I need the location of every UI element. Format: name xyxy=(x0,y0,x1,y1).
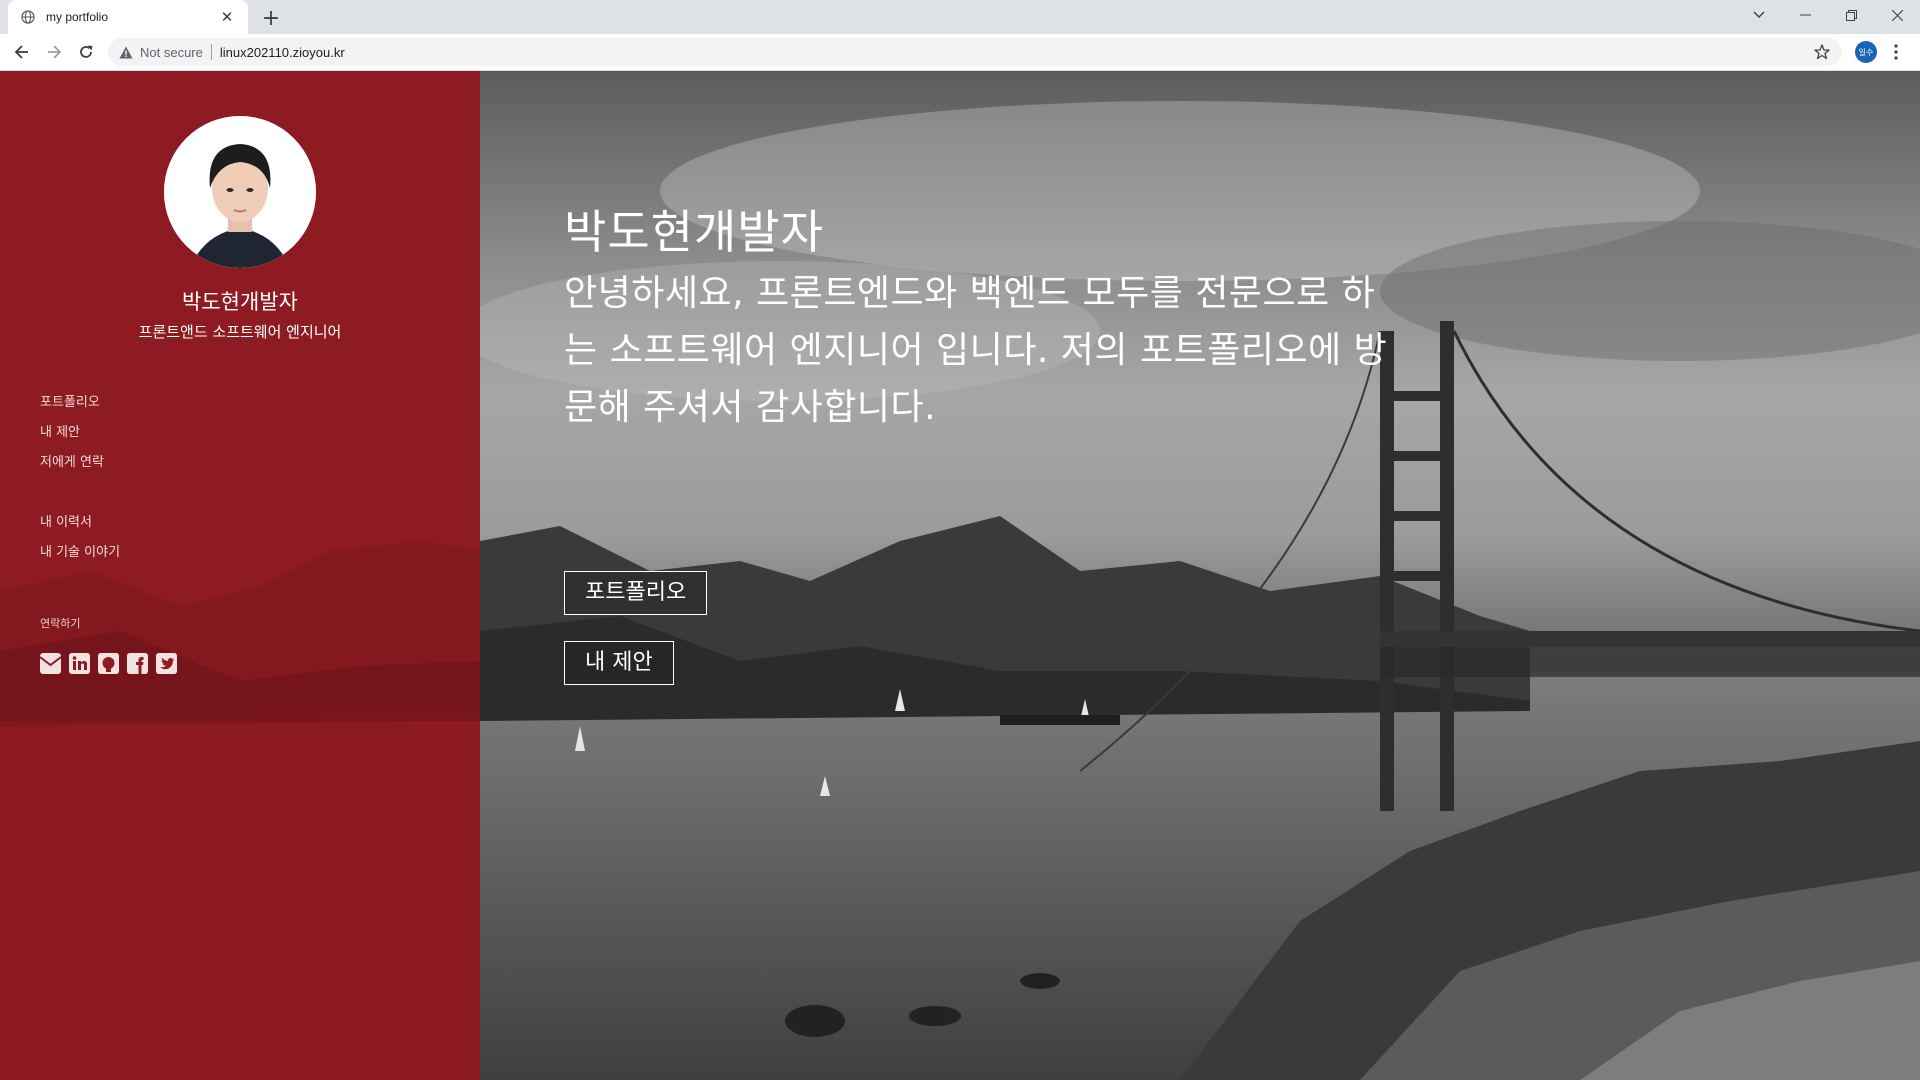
facebook-icon[interactable] xyxy=(127,653,148,674)
hero-intro: 안녕하세요, 프론트엔드와 백엔드 모두를 전문으로 하는 소프트웨어 엔지니어… xyxy=(564,273,1388,428)
tab-my-portfolio[interactable]: my portfolio ✕ xyxy=(8,0,248,34)
nav-item-contact[interactable]: 저에게 연락 xyxy=(40,448,104,478)
tab-search-icon[interactable] xyxy=(1736,0,1782,30)
profile-name: 박도현개발자 xyxy=(182,290,298,314)
twitter-icon[interactable] xyxy=(156,653,177,674)
profile-avatar[interactable]: 일수 xyxy=(1855,41,1877,63)
restore-icon[interactable] xyxy=(1828,0,1874,30)
primary-nav: 포트폴리오 내 제안 저에게 연락 xyxy=(40,388,104,478)
tab-title: my portfolio xyxy=(46,10,109,24)
profile-role: 프론트앤드 소프트웨어 엔지니어 xyxy=(138,323,342,341)
page-viewport: 박도현개발자 프론트앤드 소프트웨어 엔지니어 포트폴리오 내 제안 저에게 연… xyxy=(0,71,1920,1080)
omnibox-divider xyxy=(210,44,212,60)
nav-item-proposal[interactable]: 내 제안 xyxy=(40,418,104,448)
close-window-icon[interactable] xyxy=(1874,0,1920,30)
nav-item-resume[interactable]: 내 이력서 xyxy=(40,508,120,538)
avatar xyxy=(164,116,316,268)
menu-dots-icon[interactable] xyxy=(1886,41,1906,63)
nav-item-tech-story[interactable]: 내 기술 이야기 xyxy=(40,538,120,568)
github-icon[interactable] xyxy=(98,653,119,674)
linkedin-icon[interactable] xyxy=(69,653,90,674)
browser-toolbar: Not secure linux202110.zioyou.kr 일수 xyxy=(0,34,1920,71)
close-tab-icon[interactable]: ✕ xyxy=(218,8,236,26)
hero-text-block: 박도현개발자 안녕하세요, 프론트엔드와 백엔드 모두를 전문으로 하는 소프트… xyxy=(564,201,1394,436)
forward-arrow-icon[interactable] xyxy=(40,38,68,66)
not-secure-label[interactable]: Not secure xyxy=(140,45,203,60)
proposal-button[interactable]: 내 제안 xyxy=(564,641,674,685)
back-arrow-icon[interactable] xyxy=(8,38,36,66)
nav-item-portfolio[interactable]: 포트폴리오 xyxy=(40,388,104,418)
portfolio-button[interactable]: 포트폴리오 xyxy=(564,571,708,615)
tab-strip: my portfolio ✕ + xyxy=(0,0,1920,34)
address-bar[interactable]: Not secure linux202110.zioyou.kr xyxy=(108,38,1842,66)
new-tab-button[interactable]: + xyxy=(258,5,284,31)
contact-heading: 연락하기 xyxy=(40,617,81,630)
warning-icon xyxy=(118,44,134,60)
globe-icon xyxy=(20,9,36,25)
social-links xyxy=(40,653,177,674)
minimize-icon[interactable] xyxy=(1782,0,1828,30)
hero-title: 박도현개발자 xyxy=(564,205,824,259)
reload-icon[interactable] xyxy=(72,38,100,66)
sidebar: 박도현개발자 프론트앤드 소프트웨어 엔지니어 포트폴리오 내 제안 저에게 연… xyxy=(0,71,480,1080)
url-text[interactable]: linux202110.zioyou.kr xyxy=(220,45,345,60)
secondary-nav: 내 이력서 내 기술 이야기 xyxy=(40,508,120,568)
envelope-icon[interactable] xyxy=(40,653,61,674)
bookmark-star-icon[interactable] xyxy=(1814,44,1830,60)
